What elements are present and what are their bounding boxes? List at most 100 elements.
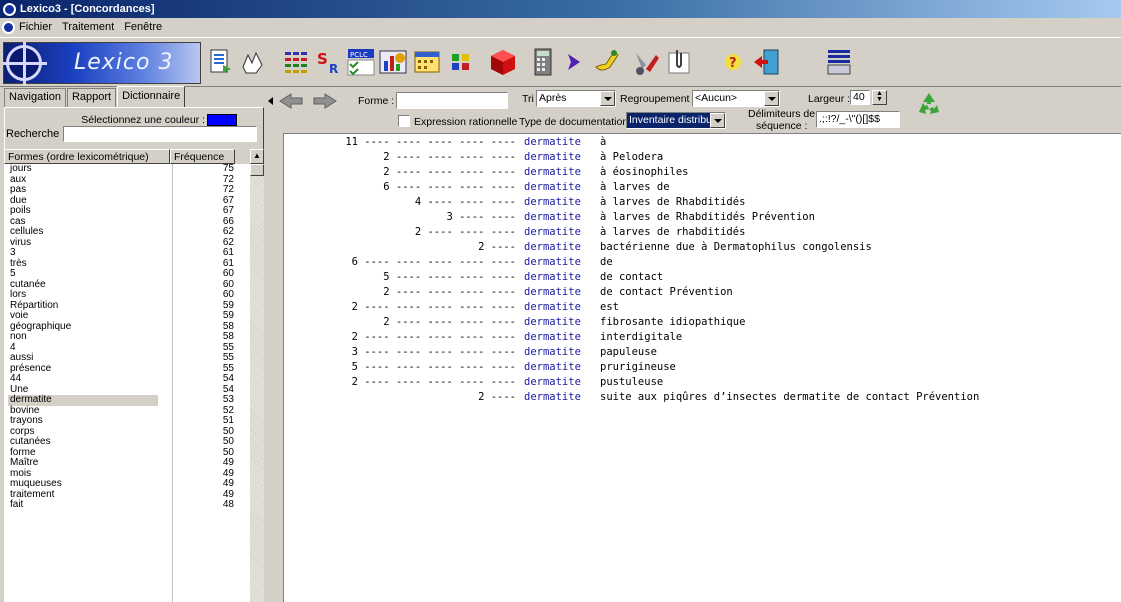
pen-icon[interactable]: [592, 47, 622, 77]
list-item[interactable]: forme 50: [4, 447, 250, 459]
exit-icon[interactable]: [752, 47, 782, 77]
tab-rapport[interactable]: Rapport: [66, 88, 117, 107]
menu-traitement[interactable]: Traitement: [62, 21, 114, 33]
word-list[interactable]: jours 75 aux 72 pas 72 due 67 poils 67 cas 66 cellul…: [4, 164, 250, 602]
menu-fichier[interactable]: Fichier: [19, 21, 52, 33]
tri-select[interactable]: Après: [536, 90, 616, 107]
scroll-up-icon[interactable]: ▲: [250, 149, 264, 164]
concordance-line[interactable]: 2 ---- ---- ---- ---- dermatite de contact…: [284, 286, 1121, 301]
list-item[interactable]: virus 62: [4, 237, 250, 249]
concordance-line[interactable]: 2 ---- dermatite suite aux piqûres d’insec…: [284, 391, 1121, 406]
regex-label: Expression rationnelle: [414, 116, 518, 128]
concordance-line[interactable]: 6 ---- ---- ---- ---- ---- dermatite de: [284, 256, 1121, 271]
sr-icon[interactable]: S R: [314, 47, 344, 77]
largeur-spinner[interactable]: ▲ ▼: [872, 90, 887, 105]
arrow-right-icon[interactable]: [560, 47, 590, 77]
list-item[interactable]: traitement 49: [4, 489, 250, 501]
list-item[interactable]: trayons 51: [4, 415, 250, 427]
concordance-line[interactable]: 2 ---- ---- ---- ---- ---- dermatite inter…: [284, 331, 1121, 346]
concordance-line[interactable]: 2 ---- ---- ---- ---- dermatite à Pelodera: [284, 151, 1121, 166]
chevron-down-icon[interactable]: [600, 91, 615, 106]
help-icon[interactable]: ?: [718, 47, 748, 77]
concordance-line[interactable]: 2 ---- ---- ---- ---- ---- dermatite est: [284, 301, 1121, 316]
list-item[interactable]: aussi 55: [4, 352, 250, 364]
list-item[interactable]: 3 61: [4, 247, 250, 259]
right-context: prurigineuse: [600, 361, 676, 373]
regex-checkbox[interactable]: [398, 115, 410, 127]
list-item[interactable]: Répartition 59: [4, 300, 250, 312]
calendar-icon[interactable]: [412, 47, 442, 77]
list-item[interactable]: muqueuses 49: [4, 478, 250, 490]
forme-input[interactable]: [396, 92, 508, 109]
forward-arrow-icon[interactable]: [312, 92, 338, 110]
list-item[interactable]: fait 48: [4, 499, 250, 511]
list-item[interactable]: dermatite 53: [4, 394, 250, 406]
list-item[interactable]: présence 55: [4, 363, 250, 375]
vertical-scrollbar[interactable]: ▲: [250, 149, 264, 602]
chevron-down-icon[interactable]: [710, 113, 725, 128]
list-item[interactable]: cutanée 60: [4, 279, 250, 291]
pclc-icon[interactable]: PCLC: [346, 47, 376, 77]
concordance-line[interactable]: 4 ---- ---- ---- dermatite à larves de Rha…: [284, 196, 1121, 211]
list-item[interactable]: très 61: [4, 258, 250, 270]
list-item[interactable]: pas 72: [4, 184, 250, 196]
column-header-frequence[interactable]: Fréquence: [170, 149, 235, 164]
list-item[interactable]: Maître 49: [4, 457, 250, 469]
menu-fenetre[interactable]: Fenêtre: [124, 21, 162, 33]
search-input[interactable]: [63, 126, 257, 142]
paperclip-icon[interactable]: [664, 47, 694, 77]
regroupement-value: <Aucun>: [695, 92, 738, 104]
largeur-input[interactable]: 40: [850, 90, 870, 105]
grid-icon[interactable]: [282, 47, 312, 77]
cube-icon[interactable]: [488, 47, 518, 77]
list-item[interactable]: due 67: [4, 195, 250, 207]
hand-icon[interactable]: [238, 47, 268, 77]
list-item[interactable]: 4 55: [4, 342, 250, 354]
collapse-arrow-icon[interactable]: [268, 97, 273, 105]
concordance-line[interactable]: 5 ---- ---- ---- ---- ---- dermatite pruri…: [284, 361, 1121, 376]
back-arrow-icon[interactable]: [278, 92, 304, 110]
dots-icon[interactable]: [446, 47, 476, 77]
list-item[interactable]: lors 60: [4, 289, 250, 301]
list-item[interactable]: non 58: [4, 331, 250, 343]
calculator-icon[interactable]: [528, 47, 558, 77]
concordance-line[interactable]: 6 ---- ---- ---- ---- dermatite à larves d…: [284, 181, 1121, 196]
list-item[interactable]: aux 72: [4, 174, 250, 186]
tab-dictionnaire[interactable]: Dictionnaire: [117, 86, 186, 107]
panel-splitter[interactable]: [268, 88, 273, 602]
concordance-view[interactable]: 11 ---- ---- ---- ---- ---- dermatite à 2 -…: [283, 133, 1121, 602]
list-item[interactable]: 44 54: [4, 373, 250, 385]
concordance-line[interactable]: 3 ---- ---- ---- ---- ---- dermatite papul…: [284, 346, 1121, 361]
column-header-formes[interactable]: Formes (ordre lexicométrique): [4, 149, 170, 164]
list-item[interactable]: jours 75: [4, 164, 250, 175]
regroupement-select[interactable]: <Aucun>: [692, 90, 780, 107]
concordance-line[interactable]: 2 ---- ---- ---- dermatite à larves de rha…: [284, 226, 1121, 241]
chart-icon[interactable]: [378, 47, 408, 77]
list-item[interactable]: cutanées 50: [4, 436, 250, 448]
color-swatch[interactable]: [207, 114, 237, 126]
recycle-icon[interactable]: [914, 90, 944, 120]
tools-icon[interactable]: [632, 47, 662, 77]
tab-navigation[interactable]: Navigation: [4, 88, 66, 107]
document-icon[interactable]: [2, 20, 15, 34]
concordance-line[interactable]: 11 ---- ---- ---- ---- ---- dermatite à: [284, 136, 1121, 151]
list-item[interactable]: 5 60: [4, 268, 250, 280]
list-item[interactable]: géographique 58: [4, 321, 250, 333]
scroll-thumb[interactable]: [250, 164, 264, 176]
typedoc-select[interactable]: Inventaire distributio: [626, 112, 726, 129]
list-item[interactable]: cellules 62: [4, 226, 250, 238]
export-icon[interactable]: [205, 47, 235, 77]
delim-input[interactable]: .;:!?/_-\"()[]$$: [816, 111, 900, 128]
concordance-line[interactable]: 5 ---- ---- ---- ---- dermatite de contact: [284, 271, 1121, 286]
concordance-line[interactable]: 2 ---- dermatite bactérienne due à Dermato…: [284, 241, 1121, 256]
list-icon[interactable]: [824, 47, 854, 77]
chevron-down-icon[interactable]: [764, 91, 779, 106]
concordance-line[interactable]: 2 ---- ---- ---- ---- dermatite fibrosante…: [284, 316, 1121, 331]
list-item[interactable]: voie 59: [4, 310, 250, 322]
concordance-line[interactable]: 2 ---- ---- ---- ---- ---- dermatite pustu…: [284, 376, 1121, 391]
word-form: trayons: [10, 415, 43, 426]
concordance-line[interactable]: 3 ---- ---- dermatite à larves de Rhabditi…: [284, 211, 1121, 226]
list-item[interactable]: poils 67: [4, 205, 250, 217]
concordance-line[interactable]: 2 ---- ---- ---- ---- dermatite à éosinoph…: [284, 166, 1121, 181]
largeur-label: Largeur :: [808, 93, 851, 105]
